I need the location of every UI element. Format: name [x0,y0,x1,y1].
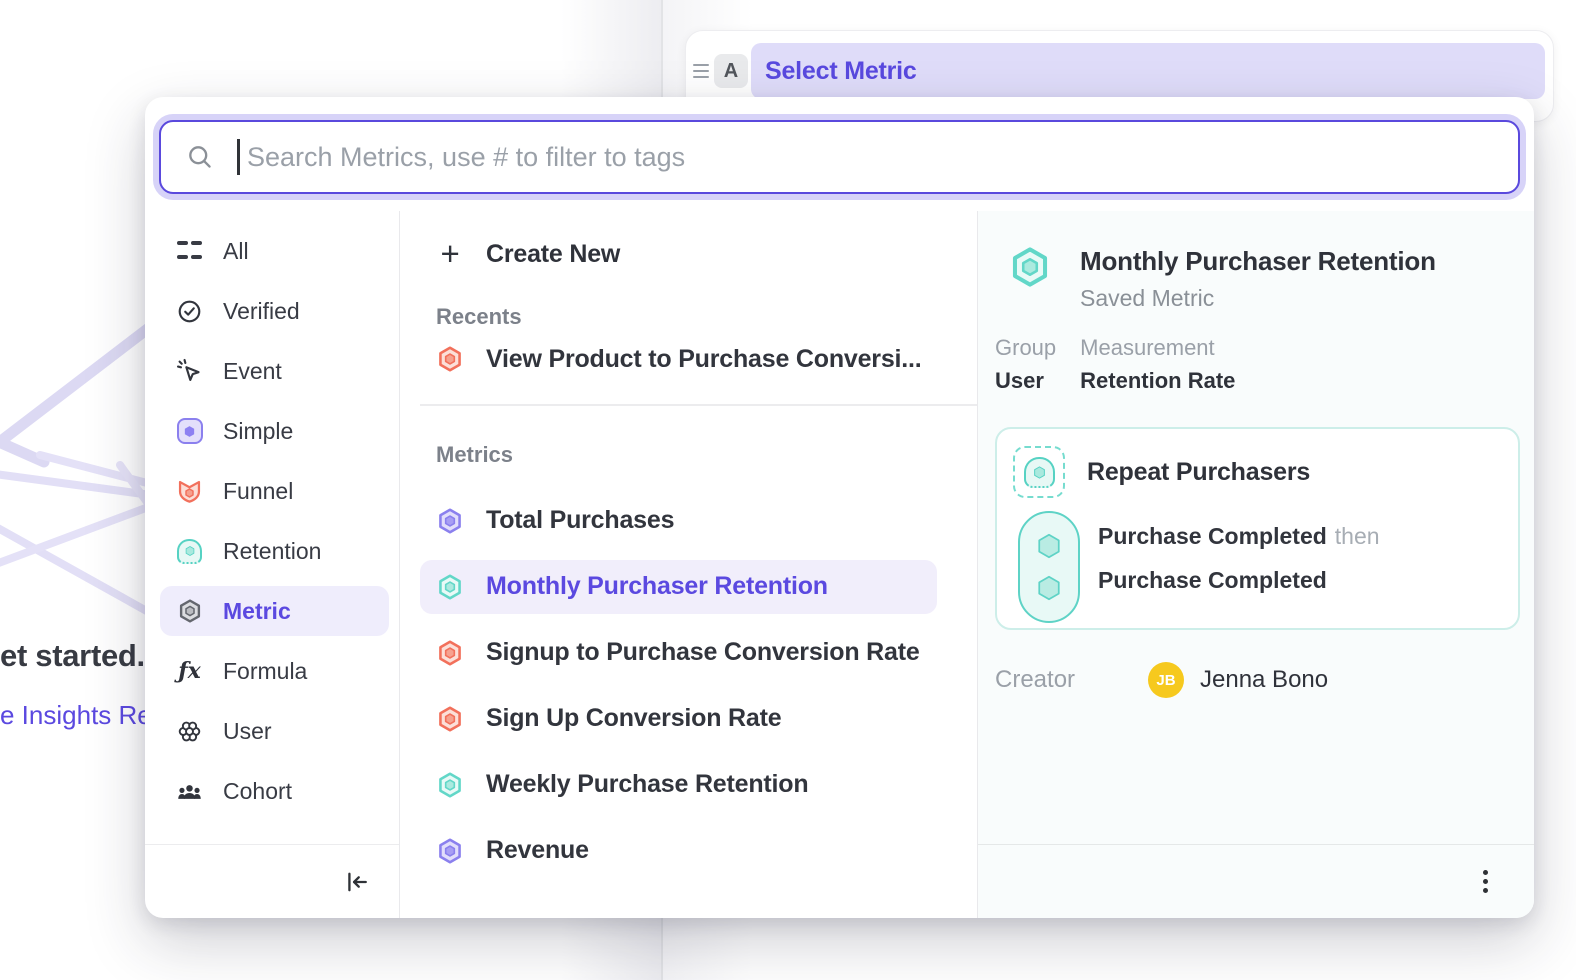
retention-icon [176,538,203,565]
simple-metric-icon [436,507,464,535]
measurement-value: Retention Rate [1080,369,1235,393]
sidebar-item-formula[interactable]: ƒx Formula [145,646,399,696]
user-flower-icon [176,718,203,745]
step-sequence-icon [1018,511,1080,623]
metric-item-label: Monthly Purchaser Retention [486,572,828,601]
detail-header: Monthly Purchaser Retention Saved Metric [1008,245,1534,312]
definition-step-2: Purchase Completed [1098,567,1380,594]
definition-card: Repeat Purchasers Purchase Completedthen… [995,427,1520,630]
sidebar-item-label: Funnel [223,478,293,505]
screen: et started. e Insights Re A Select Metri… [0,0,1576,980]
list-divider [420,404,977,406]
funnel-metric-icon [436,705,464,733]
sidebar-item-simple[interactable]: Simple [145,406,399,456]
avatar: JB [1148,662,1184,698]
select-metric-banner[interactable]: Select Metric [751,43,1545,99]
sidebar-item-verified[interactable]: Verified [145,286,399,336]
picker-columns: All Verified [145,211,1534,918]
detail-meta: Group User Measurement Retention Rate [995,336,1534,393]
metrics-heading: Metrics [400,440,977,470]
meta-group: Group User [995,336,1056,393]
simple-metric-icon [436,837,464,865]
funnel-metric-icon [436,345,464,373]
sidebar-item-metric[interactable]: Metric [160,586,389,636]
definition-step-1: Purchase Completedthen [1098,523,1380,550]
metric-item-label: Sign Up Conversion Rate [486,704,781,733]
cohort-people-icon [176,778,203,805]
text-caret [237,139,240,175]
metric-item-label: Total Purchases [486,506,674,535]
creator-row: Creator JB Jenna Bono [995,662,1534,698]
more-options-icon[interactable] [1477,864,1494,899]
sidebar-item-label: All [223,238,249,265]
sidebar-item-label: Retention [223,538,321,565]
simple-metric-icon [176,418,203,445]
grid-icon [176,238,203,265]
sidebar-item-label: Simple [223,418,293,445]
saved-cohort-icon [1013,446,1065,498]
sidebar-item-funnel[interactable]: Funnel [145,466,399,516]
verified-badge-icon [176,298,203,325]
metric-item-label: Signup to Purchase Conversion Rate [486,638,920,667]
metric-item-signup-to-purchase-conversion-rate[interactable]: Signup to Purchase Conversion Rate [420,626,937,680]
metric-item-label: Weekly Purchase Retention [486,770,808,799]
background-link[interactable]: e Insights Re [0,700,152,731]
meta-measurement: Measurement Retention Rate [1080,336,1235,393]
metric-list-panel: + Create New Recents View Product to Pur… [400,211,978,918]
creator-name: Jenna Bono [1200,666,1328,694]
metric-hexagon-icon [176,598,203,625]
background-heading: et started. [0,638,145,674]
recents-heading: Recents [400,302,977,332]
creator-label: Creator [995,666,1148,694]
detail-title: Monthly Purchaser Retention [1080,245,1436,277]
retention-metric-icon [1008,245,1052,289]
sidebar-item-label: User [223,718,272,745]
search-input[interactable] [159,120,1520,194]
sidebar-item-label: Verified [223,298,300,325]
detail-footer [978,844,1534,918]
sidebar-item-label: Formula [223,658,307,685]
metric-item-revenue[interactable]: Revenue [420,824,937,878]
plus-icon: + [436,240,464,268]
definition-title: Repeat Purchasers [1087,458,1310,487]
metric-picker-modal: All Verified [145,97,1534,918]
search-icon [186,143,214,171]
detail-subtitle: Saved Metric [1080,285,1436,312]
sidebar-item-all[interactable]: All [145,226,399,276]
sidebar-item-cohort[interactable]: Cohort [145,766,399,816]
funnel-metric-icon [436,639,464,667]
row-label-badge[interactable]: A [714,54,748,88]
sidebar-footer [145,844,399,918]
recent-metric-item[interactable]: View Product to Purchase Conversi... [420,332,937,386]
metric-item-monthly-purchaser-retention[interactable]: Monthly Purchaser Retention [420,560,937,614]
type-filter-sidebar: All Verified [145,211,400,918]
formula-icon: ƒx [176,658,203,685]
metric-detail-panel: Monthly Purchaser Retention Saved Metric… [978,211,1534,918]
metric-item-total-purchases[interactable]: Total Purchases [420,494,937,548]
metric-item-label: Revenue [486,836,589,865]
step-connector: then [1335,523,1380,549]
group-label: Group [995,336,1056,360]
create-new-button[interactable]: + Create New [400,226,977,282]
sidebar-item-event[interactable]: Event [145,346,399,396]
drag-handle-icon[interactable] [693,64,709,78]
sidebar-item-label: Event [223,358,282,385]
recent-metric-label: View Product to Purchase Conversi... [486,345,922,374]
retention-metric-icon [436,771,464,799]
collapse-left-icon[interactable] [343,868,371,896]
sidebar-item-user[interactable]: User [145,706,399,756]
metric-item-sign-up-conversion-rate[interactable]: Sign Up Conversion Rate [420,692,937,746]
sidebar-item-retention[interactable]: Retention [145,526,399,576]
cursor-click-icon [176,358,203,385]
create-new-label: Create New [486,240,620,269]
search-section [145,97,1534,211]
metric-item-weekly-purchase-retention[interactable]: Weekly Purchase Retention [420,758,937,812]
funnel-icon [176,478,203,505]
metric-list: Total Purchases Monthly Purchaser Retent… [400,494,977,878]
group-value: User [995,369,1056,393]
retention-metric-icon [436,573,464,601]
sidebar-item-label: Metric [223,598,291,625]
measurement-label: Measurement [1080,336,1235,360]
sidebar-item-label: Cohort [223,778,292,805]
